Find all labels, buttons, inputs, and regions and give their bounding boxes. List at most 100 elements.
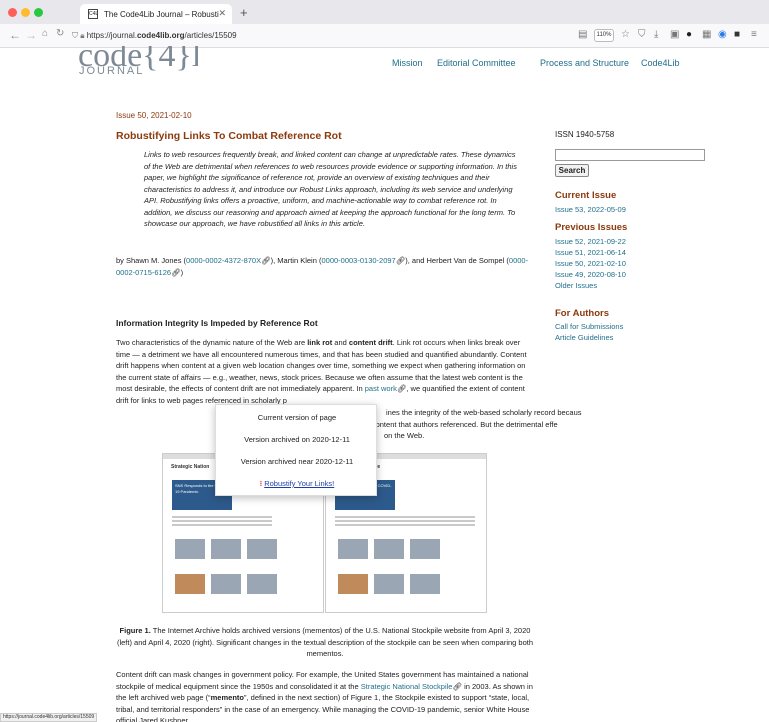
shot-thumbnail: [175, 574, 205, 594]
paragraph-2: Content drift can mask changes in govern…: [116, 669, 534, 722]
authors-text-4: ): [180, 267, 184, 277]
robust-link-icon[interactable]: 🔗︎: [397, 384, 407, 393]
status-bar-url: https://journal.code4lib.org/articles/15…: [0, 713, 98, 722]
strategic-national-stockpile-link[interactable]: Strategic National Stockpile: [361, 682, 453, 691]
search-button[interactable]: Search: [555, 164, 589, 177]
home-icon[interactable]: ⌂: [42, 28, 48, 39]
zoom-level[interactable]: 110%: [594, 29, 614, 42]
call-for-submissions-link[interactable]: Call for Submissions: [555, 321, 623, 332]
current-issue-link[interactable]: Issue 53, 2022-05-09: [555, 204, 626, 215]
extension-grid-icon[interactable]: ▦: [702, 29, 711, 40]
robust-link-icon[interactable]: 🔗︎: [171, 268, 181, 277]
back-icon[interactable]: ←: [9, 28, 21, 42]
issue-date: Issue 50, 2021-02-10: [116, 111, 192, 120]
download-icon[interactable]: ⤓: [654, 29, 658, 40]
reload-icon[interactable]: ↻: [56, 28, 64, 39]
section-heading: Information Integrity Is Impeded by Refe…: [116, 318, 318, 328]
url-path: /articles/15509: [184, 31, 237, 40]
shot-thumbnail: [338, 574, 368, 594]
authors-text-3: ), and Herbert Van de Sompel (: [405, 256, 509, 265]
author-line: by Shawn M. Jones (0000-0002-4372-870X🔗︎…: [116, 255, 532, 278]
site-logo[interactable]: code{4}lib JOURNAL: [78, 46, 198, 78]
minimize-window-icon[interactable]: [21, 8, 30, 17]
shot-thumbnail: [211, 574, 241, 594]
shield-icon: ⛉: [72, 31, 81, 40]
p1-bold-content-drift: content drift: [348, 338, 393, 347]
tab-close-icon[interactable]: ✕: [218, 8, 226, 19]
shot-thumbnail: [410, 574, 440, 594]
extension-square-icon[interactable]: ■: [734, 29, 740, 40]
tab-favicon-icon: C4L: [88, 9, 99, 19]
pocket-icon[interactable]: ⛉: [638, 29, 646, 40]
popup-current-version[interactable]: Current version of page: [216, 413, 378, 422]
menu-icon[interactable]: ≡: [751, 29, 757, 40]
shot-thumbnail: [175, 539, 205, 559]
previous-issue-link[interactable]: Issue 51, 2021-06-14: [555, 247, 626, 258]
maximize-window-icon[interactable]: [34, 8, 43, 17]
previous-issues-heading: Previous Issues: [555, 222, 628, 233]
authors-text-2: ), Martin Klein (: [270, 256, 322, 265]
previous-issue-link[interactable]: Issue 49, 2020-08-10: [555, 269, 626, 280]
caption-text: The Internet Archive holds archived vers…: [116, 626, 534, 658]
older-issues-link[interactable]: Older Issues: [555, 280, 597, 291]
for-authors-heading: For Authors: [555, 308, 610, 319]
figure-caption: Figure 1. The Internet Archive holds arc…: [116, 625, 534, 660]
issn-label: ISSN 1940-5758: [555, 130, 615, 139]
orcid-link-klein[interactable]: 0000-0003-0130-2097: [321, 256, 395, 265]
search-input[interactable]: [555, 149, 705, 161]
nav-mission[interactable]: Mission: [392, 58, 423, 68]
nav-process-and-structure[interactable]: Process and Structure: [540, 58, 629, 68]
article-guidelines-link[interactable]: Article Guidelines: [555, 332, 613, 343]
browser-nav-bar: ← → ⌂ ↻ ⛉ 🔒︎ https://journal.code4lib.or…: [0, 24, 769, 48]
shot-text-line: [335, 524, 475, 526]
p1-text: Two characteristics of the dynamic natur…: [116, 338, 308, 347]
p1-bold-link-rot: link rot: [307, 338, 333, 347]
nav-code4lib[interactable]: Code4Lib: [641, 58, 680, 68]
past-work-link[interactable]: past work: [365, 384, 397, 393]
tab-title: The Code4Lib Journal – Robusti: [104, 10, 219, 19]
p1-text: ines the integrity of the web-based scho…: [386, 408, 582, 417]
robust-link-icon[interactable]: 🔗︎: [261, 256, 271, 265]
url-prefix: https://journal.: [86, 31, 137, 40]
extension-dark-icon[interactable]: ●: [686, 29, 692, 40]
article-title: Robustifying Links To Combat Reference R…: [116, 130, 342, 142]
shot-thumbnail: [374, 539, 404, 559]
p1-text: on the Web.: [384, 431, 425, 440]
orcid-link-jones[interactable]: 0000-0002-4372-870X: [186, 256, 261, 265]
forward-icon[interactable]: →: [25, 28, 37, 42]
p1-text: and: [332, 338, 349, 347]
robust-link-icon[interactable]: 🔗︎: [396, 256, 406, 265]
extension-blue-icon[interactable]: ◉: [718, 29, 727, 40]
shot-text-line: [335, 520, 475, 522]
shot-text-line: [172, 520, 272, 522]
shot-thumbnail: [338, 539, 368, 559]
popup-robustify-item[interactable]: ⁝ Robustify Your Links!: [216, 479, 378, 488]
paragraph-1: Two characteristics of the dynamic natur…: [116, 337, 534, 406]
robust-links-popup: Current version of page Version archived…: [215, 404, 377, 496]
previous-issue-link[interactable]: Issue 52, 2021-09-22: [555, 236, 626, 247]
browser-tab[interactable]: C4L The Code4Lib Journal – Robusti ✕: [80, 4, 232, 24]
caption-label: Figure 1.: [119, 626, 151, 635]
bookmark-star-icon[interactable]: ☆: [621, 29, 630, 40]
reader-view-icon[interactable]: ▤: [578, 29, 587, 40]
shot-thumbnail: [247, 539, 277, 559]
current-issue-heading: Current Issue: [555, 190, 617, 201]
url-bar[interactable]: ⛉ 🔒︎ https://journal.code4lib.org/articl…: [72, 27, 582, 45]
p2-bold-memento: memento: [210, 693, 244, 702]
extension-icon[interactable]: ▣: [670, 29, 679, 40]
shot-thumbnail: [374, 574, 404, 594]
popup-archived-near[interactable]: Version archived near 2020-12-11: [216, 457, 378, 466]
p1-text: web content that authors referenced. But…: [356, 419, 558, 429]
close-window-icon[interactable]: [8, 8, 17, 17]
shot-text-line: [335, 516, 475, 518]
robustify-link[interactable]: Robustify Your Links!: [264, 479, 334, 488]
browser-tab-bar: C4L The Code4Lib Journal – Robusti ✕ +: [0, 0, 769, 24]
shot-header: Strategic Nation: [171, 464, 210, 470]
shot-thumbnail: [247, 574, 277, 594]
nav-editorial-committee[interactable]: Editorial Committee: [437, 58, 516, 68]
logo-subtitle: JOURNAL: [79, 65, 145, 77]
previous-issue-link[interactable]: Issue 50, 2021-02-10: [555, 258, 626, 269]
robust-link-icon[interactable]: 🔗︎: [452, 682, 462, 691]
new-tab-icon[interactable]: +: [240, 5, 248, 20]
popup-archived-on[interactable]: Version archived on 2020-12-11: [216, 435, 378, 444]
